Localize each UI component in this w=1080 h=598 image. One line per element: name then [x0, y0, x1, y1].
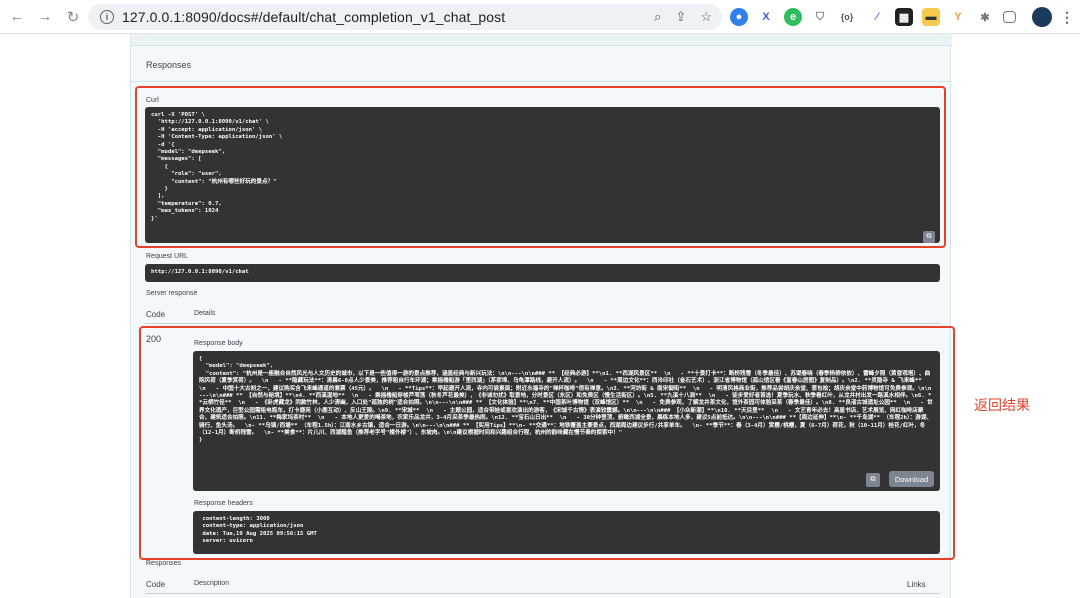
reload-icon[interactable]: ↻: [62, 6, 84, 28]
address-url[interactable]: 127.0.0.1:8090/docs#/default/chat_comple…: [122, 9, 505, 25]
annotation-label: 返回结果: [974, 398, 1030, 414]
extensions-puzzle-icon[interactable]: ✱: [976, 8, 994, 26]
extension-y-icon[interactable]: Y: [949, 8, 967, 26]
responses-description-header: Description: [194, 580, 230, 587]
bookmark-star-icon[interactable]: ☆: [700, 9, 712, 25]
responses-footer-title: Responses: [146, 560, 182, 567]
profile-avatar[interactable]: [1032, 7, 1052, 27]
extension-globe-icon[interactable]: ●: [730, 8, 748, 26]
details-column-header: Details: [194, 310, 216, 317]
responses-title: Responses: [146, 60, 192, 70]
address-bar[interactable]: i 127.0.0.1:8090/docs#/default/chat_comp…: [88, 4, 722, 30]
site-info-icon[interactable]: i: [100, 10, 114, 24]
request-url-label: Request URL: [146, 253, 189, 260]
curl-highlight-box: [135, 86, 946, 248]
extension-evernote-icon[interactable]: e: [784, 8, 802, 26]
share-icon[interactable]: ⇪: [675, 9, 686, 25]
divider: [145, 323, 940, 324]
divider: [145, 593, 940, 594]
responses-links-header: Links: [907, 580, 926, 589]
divider: [131, 81, 952, 82]
zoom-icon[interactable]: ⌕: [654, 9, 661, 25]
extension-pen-icon[interactable]: ⁄: [868, 8, 886, 26]
extension-chart-icon[interactable]: ▦: [895, 8, 913, 26]
response-highlight-box: [139, 326, 955, 560]
section-header-bar: [131, 34, 952, 46]
sidepanel-icon[interactable]: [1003, 11, 1016, 23]
extension-braces-icon[interactable]: {o}: [838, 8, 856, 26]
extension-x-icon[interactable]: X: [757, 8, 775, 26]
server-response-label: Server response: [146, 290, 198, 297]
browser-toolbar: ← → ↻ i 127.0.0.1:8090/docs#/default/cha…: [0, 0, 1080, 34]
responses-code-header: Code: [146, 580, 166, 589]
request-url-value: http://127.0.0.1:8090/v1/chat: [145, 264, 940, 282]
extension-shield-icon[interactable]: ⛉: [811, 8, 829, 26]
more-menu-icon[interactable]: ⋮: [1058, 8, 1076, 26]
back-icon[interactable]: ←: [6, 6, 28, 28]
forward-icon[interactable]: →: [34, 6, 56, 28]
code-column-header: Code: [146, 310, 166, 319]
extension-tool-icon[interactable]: ▬: [922, 8, 940, 26]
